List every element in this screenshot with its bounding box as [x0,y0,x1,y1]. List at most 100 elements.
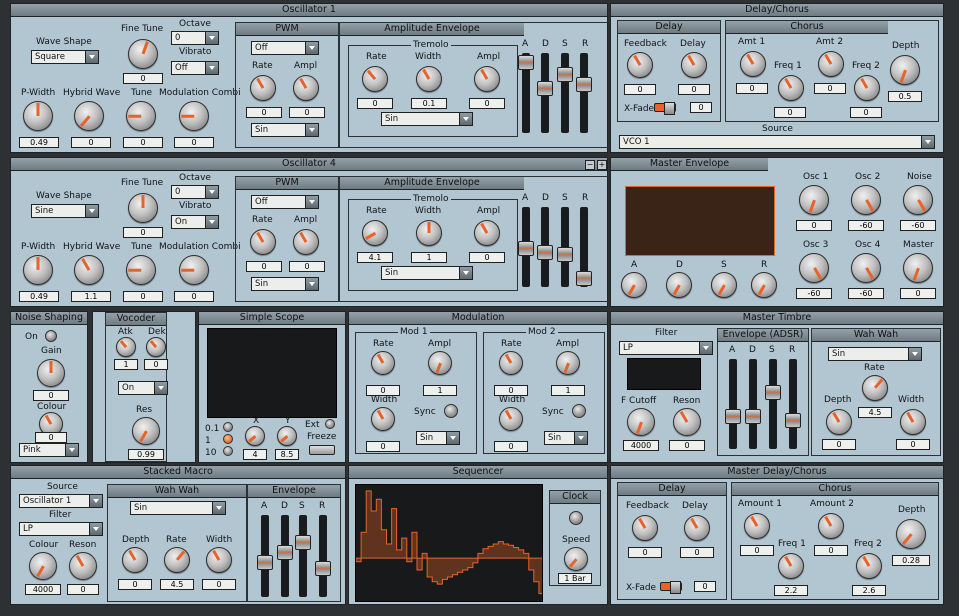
vocoder-state-select[interactable]: On [118,381,168,395]
pwidth-knob[interactable] [23,101,53,131]
adsr-release-slider[interactable] [785,359,801,449]
master-delay-knob[interactable] [684,515,710,541]
dek-knob[interactable] [146,337,166,357]
trem-ampl-knob[interactable] [474,220,500,246]
trem-ampl-knob[interactable] [474,66,500,92]
osc2-level-knob[interactable] [851,185,881,215]
clock-led[interactable] [569,511,583,525]
pwm-rate-knob[interactable] [250,75,276,101]
adsr-attack-slider[interactable] [725,359,741,449]
atk-knob[interactable] [116,337,136,357]
adsr-decay-slider[interactable] [745,359,761,449]
expand-button[interactable]: + [597,160,607,170]
mod2-shape-select[interactable]: Sin [544,431,588,445]
macro-env-release-slider[interactable] [315,515,331,597]
env-decay-slider[interactable] [537,53,553,133]
master-env-r-knob[interactable] [751,272,777,298]
source-select[interactable]: VCO 1 [619,135,935,149]
macro-colour-knob[interactable] [29,552,57,580]
pwm-shape-select[interactable]: Sin [251,277,319,291]
amount1-knob[interactable] [744,513,770,539]
trem-width-knob[interactable] [416,220,442,246]
delay-knob[interactable] [681,52,707,78]
modulation-combi-knob[interactable] [179,255,209,285]
osc4-level-knob[interactable] [851,253,881,283]
xfade-toggle[interactable] [654,102,676,115]
mod1-sync-led[interactable] [444,404,458,418]
macro-filter-select[interactable]: LP [19,522,103,536]
pwm-rate-knob[interactable] [250,229,276,255]
macro-env-sustain-slider[interactable] [295,515,311,597]
minimize-button[interactable]: − [585,160,595,170]
pwm-shape-select[interactable]: Sin [251,123,319,137]
master-env-d-knob[interactable] [666,272,692,298]
wave-shape-select[interactable]: Square [31,50,99,64]
noise-type-select[interactable]: Pink [19,443,79,457]
gain-knob[interactable] [37,359,65,387]
range-1-led[interactable] [223,434,233,444]
tune-knob[interactable] [126,101,156,131]
env-attack-slider[interactable] [518,53,534,133]
modulation-combi-knob[interactable] [179,101,209,131]
mod2-sync-led[interactable] [572,404,586,418]
osc1-level-knob[interactable] [799,185,829,215]
pwm-mode-select[interactable]: Off [251,41,319,55]
freq2-knob[interactable] [854,75,880,101]
hybrid-wave-knob[interactable] [74,255,104,285]
y-knob[interactable] [277,426,297,446]
noise-on-led[interactable] [45,330,57,342]
cutoff-knob[interactable] [627,408,655,436]
mod2-rate-knob[interactable] [499,351,523,375]
feedback-knob[interactable] [627,52,653,78]
pwm-ampl-knob[interactable] [293,229,319,255]
pwm-ampl-knob[interactable] [293,75,319,101]
vibrato-select[interactable]: On [171,215,219,229]
mod1-ampl-knob[interactable] [428,351,452,375]
fine-tune-knob[interactable] [128,193,158,223]
mod1-rate-knob[interactable] [371,351,395,375]
tune-knob[interactable] [126,255,156,285]
x-knob[interactable] [245,426,265,446]
env-release-slider[interactable] [576,53,592,133]
macro-reson-knob[interactable] [69,552,97,580]
freeze-button[interactable] [309,445,335,455]
master-env-a-knob[interactable] [621,272,647,298]
res-knob[interactable] [132,417,160,445]
macro-wah-shape-select[interactable]: Sin [130,501,226,515]
timbre-wah-shape-select[interactable]: Sin [828,347,922,361]
master-feedback-knob[interactable] [632,515,658,541]
env-release-slider[interactable] [576,207,592,287]
noise-level-knob[interactable] [903,185,933,215]
tremolo-shape-select[interactable]: Sin [381,266,473,280]
master-freq2-knob[interactable] [856,553,882,579]
mod1-width-knob[interactable] [371,407,395,431]
mod2-width-knob[interactable] [499,407,523,431]
env-decay-slider[interactable] [537,207,553,287]
env-sustain-slider[interactable] [557,207,573,287]
sequencer-steps-graph[interactable] [356,485,543,602]
reson-knob[interactable] [673,408,701,436]
freq1-knob[interactable] [778,75,804,101]
trem-width-knob[interactable] [416,66,442,92]
hybrid-wave-knob[interactable] [74,101,104,131]
trem-rate-knob[interactable] [362,220,388,246]
amount2-knob[interactable] [818,513,844,539]
timbre-wah-width-knob[interactable] [900,409,926,435]
macro-source-select[interactable]: Oscillator 1 [19,494,103,508]
macro-env-decay-slider[interactable] [277,515,293,597]
env-attack-slider[interactable] [518,207,534,287]
depth-knob[interactable] [890,55,920,85]
osc3-level-knob[interactable] [799,253,829,283]
range-10-led[interactable] [223,446,233,456]
adsr-sustain-slider[interactable] [765,359,781,449]
master-xfade-toggle[interactable] [660,581,682,594]
master-level-knob[interactable] [903,253,933,283]
timbre-filter-select[interactable]: LP [619,341,713,355]
trem-rate-knob[interactable] [362,66,388,92]
master-freq1-knob[interactable] [778,553,804,579]
pwm-mode-select[interactable]: Off [251,195,319,209]
master-env-s-knob[interactable] [711,272,737,298]
wave-shape-select[interactable]: Sine [31,204,99,218]
ext-led[interactable] [325,419,335,429]
macro-width-knob[interactable] [206,547,232,573]
